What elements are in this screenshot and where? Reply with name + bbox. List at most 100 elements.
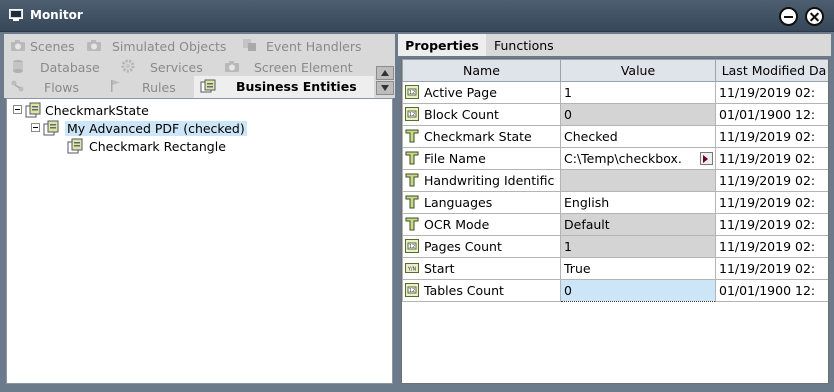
tab-label: Scenes: [30, 39, 75, 54]
tab-scroll-arrows: [376, 66, 394, 96]
property-value-cell[interactable]: 0: [560, 279, 716, 302]
property-value-cell[interactable]: 1: [560, 81, 716, 104]
collapse-toggle[interactable]: [13, 105, 22, 114]
tab-database[interactable]: Database: [10, 57, 110, 77]
table-row[interactable]: OCR Mode Default 11/19/2019 02:: [402, 213, 828, 236]
tab-flows[interactable]: Flows: [10, 77, 90, 97]
entity-icon: [25, 102, 41, 118]
property-name: Pages Count: [424, 239, 502, 254]
svg-text:Y/N: Y/N: [407, 267, 417, 273]
tab-scenes[interactable]: Scenes: [10, 36, 88, 56]
property-value: English: [564, 195, 610, 210]
property-name-cell[interactable]: Checkmark State: [402, 125, 561, 148]
tab-label: Flows: [44, 80, 80, 95]
table-row[interactable]: Y/N Start True 11/19/2019 02:: [402, 257, 828, 280]
camera-icon: [87, 40, 101, 51]
property-modified-cell: 11/19/2019 02:: [715, 191, 828, 214]
property-value: 0: [564, 283, 572, 298]
tab-screen-element[interactable]: Screen Element: [224, 57, 374, 77]
tab-business-entities[interactable]: Business Entities: [194, 76, 374, 98]
property-value: 1: [564, 239, 572, 254]
header-row: Name Value Last Modified Da: [402, 59, 828, 82]
property-modified: 11/19/2019 02:: [719, 239, 816, 254]
tab-properties[interactable]: Properties: [398, 34, 486, 56]
property-name-cell[interactable]: File Name: [402, 147, 561, 170]
property-modified-cell: 11/19/2019 02:: [715, 125, 828, 148]
property-name-cell[interactable]: Languages: [402, 191, 561, 214]
table-row[interactable]: Handwriting Identific 11/19/2019 02:: [402, 169, 828, 192]
table-row[interactable]: File Name C:\Temp\checkbox. 11/19/2019 02:: [402, 147, 828, 170]
database-icon: [13, 60, 23, 73]
column-header-name[interactable]: Name: [402, 59, 561, 82]
svg-text:12: 12: [409, 90, 415, 96]
property-name: Tables Count: [424, 283, 504, 298]
property-name-cell[interactable]: 12 Block Count: [402, 103, 561, 126]
table-row[interactable]: 12 Active Page 1 11/19/2019 02:: [402, 81, 828, 104]
collapse-toggle[interactable]: [31, 123, 40, 132]
tab-label: Database: [40, 60, 100, 75]
property-name: Start: [424, 261, 455, 276]
property-name: File Name: [424, 151, 486, 166]
property-name: Checkmark State: [424, 129, 532, 144]
property-name-cell[interactable]: 12 Active Page: [402, 81, 561, 104]
browse-button[interactable]: [700, 152, 713, 165]
property-value-cell[interactable]: [560, 169, 716, 192]
tab-functions[interactable]: Functions: [494, 34, 554, 56]
right-pane: Properties Functions Name Value Last Mod…: [398, 34, 831, 388]
camera-icon: [11, 40, 25, 51]
column-header-value[interactable]: Value: [560, 59, 716, 82]
table-row[interactable]: 12 Pages Count 1 11/19/2019 02:: [402, 235, 828, 258]
text-type-icon: [405, 195, 419, 209]
left-pane: Scenes Simulated Objects Event Handlers …: [4, 34, 395, 388]
boolean-type-icon: Y/N: [405, 263, 419, 273]
property-modified-cell: 11/19/2019 02:: [715, 213, 828, 236]
close-button[interactable]: [805, 7, 824, 26]
scroll-down-button[interactable]: [376, 81, 394, 95]
minimize-button[interactable]: [779, 7, 798, 26]
table-row[interactable]: Checkmark State Checked 11/19/2019 02:: [402, 125, 828, 148]
table-row[interactable]: 12 Tables Count 0 01/01/1900 12:: [402, 279, 828, 302]
property-value-cell[interactable]: Checked: [560, 125, 716, 148]
property-value-cell[interactable]: Default: [560, 213, 716, 236]
column-header-modified[interactable]: Last Modified Da: [715, 59, 828, 82]
property-name-cell[interactable]: Handwriting Identific: [402, 169, 561, 192]
numeric-type-icon: 12: [405, 283, 419, 297]
svg-text:12: 12: [409, 288, 415, 294]
property-modified: 11/19/2019 02:: [719, 151, 816, 166]
flag-icon: [111, 80, 120, 92]
property-modified: 01/01/1900 12:: [719, 283, 816, 298]
tab-rules[interactable]: Rules: [108, 77, 188, 97]
property-value-cell[interactable]: English: [560, 191, 716, 214]
table-row[interactable]: Languages English 11/19/2019 02:: [402, 191, 828, 214]
tab-label: Services: [150, 60, 203, 75]
property-name-cell[interactable]: 12 Pages Count: [402, 235, 561, 258]
text-type-icon: [405, 129, 419, 143]
property-name-cell[interactable]: OCR Mode: [402, 213, 561, 236]
tab-simulated-objects[interactable]: Simulated Objects: [86, 36, 236, 56]
entity-icon: [67, 138, 83, 154]
tab-services[interactable]: Services: [120, 57, 220, 77]
property-modified-cell: 11/19/2019 02:: [715, 257, 828, 280]
property-name-cell[interactable]: Y/N Start: [402, 257, 561, 280]
property-value-cell[interactable]: True: [560, 257, 716, 280]
tree-label: CheckmarkState: [45, 103, 149, 118]
scroll-up-button[interactable]: [376, 66, 394, 80]
table-row[interactable]: 12 Block Count 0 01/01/1900 12:: [402, 103, 828, 126]
property-modified: 01/01/1900 12:: [719, 107, 816, 122]
entity-tree: CheckmarkState My Advanced PDF (checked)…: [6, 98, 393, 384]
tab-event-handlers[interactable]: Event Handlers: [242, 36, 372, 56]
tab-label: Business Entities: [236, 79, 357, 94]
property-value: True: [564, 261, 591, 276]
property-modified-cell: 01/01/1900 12:: [715, 279, 828, 302]
entity-icon: [200, 79, 216, 93]
property-value-cell[interactable]: 0: [560, 103, 716, 126]
property-value-cell[interactable]: 1: [560, 235, 716, 258]
text-type-icon: [405, 151, 419, 165]
property-value: Checked: [564, 129, 618, 144]
property-name-cell[interactable]: 12 Tables Count: [402, 279, 561, 302]
tab-label: Simulated Objects: [112, 39, 227, 54]
property-value-cell[interactable]: C:\Temp\checkbox.: [560, 147, 716, 170]
properties-table: Name Value Last Modified Da 12 Active Pag…: [402, 59, 828, 302]
flow-icon: [11, 80, 24, 92]
tab-label: Screen Element: [254, 60, 353, 75]
